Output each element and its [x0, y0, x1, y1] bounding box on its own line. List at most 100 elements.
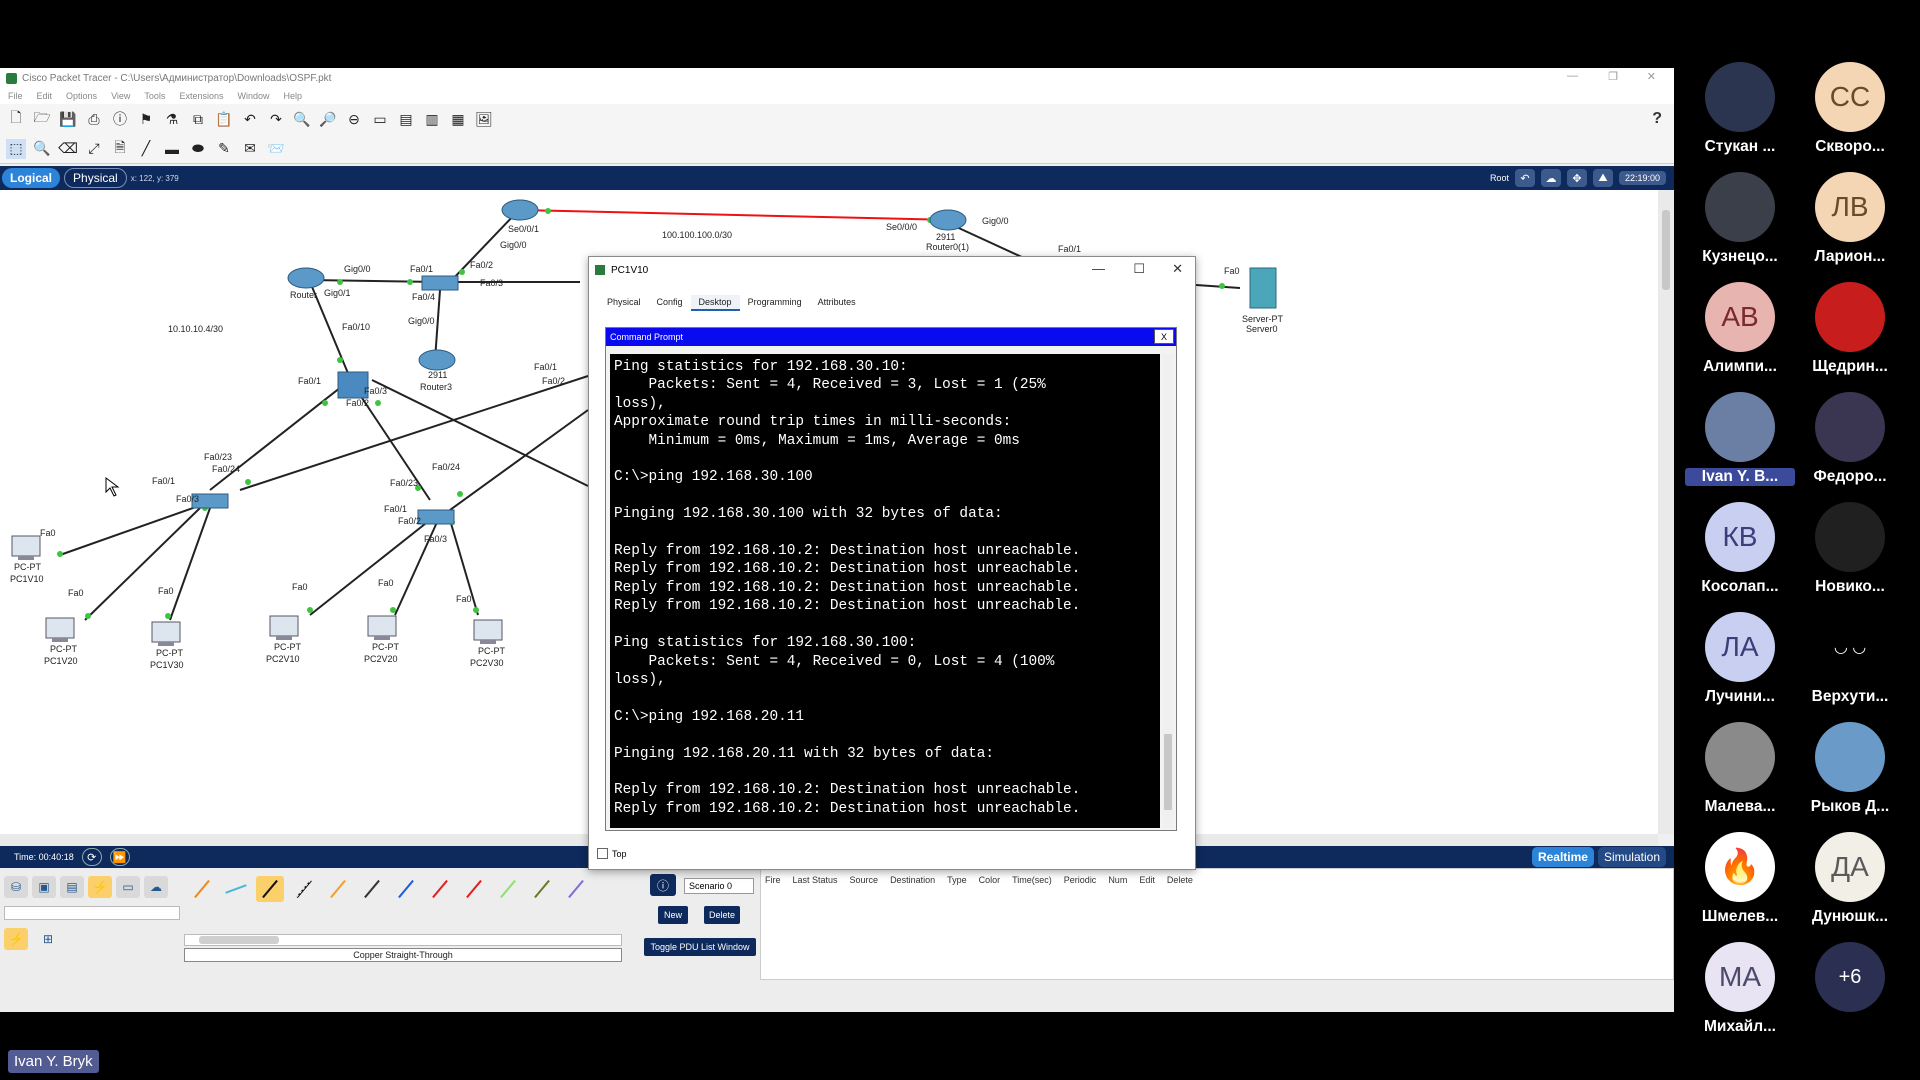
fast-forward-icon[interactable]: ⏩: [109, 848, 130, 866]
participant-tile[interactable]: Федоро...: [1795, 392, 1905, 502]
router-icon[interactable]: [929, 209, 967, 231]
menu-view[interactable]: View: [111, 91, 130, 101]
freeform-icon[interactable]: ✎: [214, 139, 234, 159]
serial-dce-icon[interactable]: [426, 876, 454, 902]
cluster-icon[interactable]: ▦: [448, 109, 468, 129]
cloud-icon[interactable]: ☁: [1540, 169, 1561, 187]
resize-shape-icon[interactable]: ⤢: [84, 139, 104, 159]
participant-tile[interactable]: Кузнецо...: [1685, 172, 1795, 282]
pc-icon[interactable]: [367, 615, 397, 640]
new-scenario-button[interactable]: New: [658, 906, 688, 924]
console-cable-icon[interactable]: [222, 876, 250, 902]
info-icon[interactable]: ⓘ: [650, 874, 676, 896]
add-complex-pdu-icon[interactable]: 📨: [266, 139, 286, 159]
tab-physical[interactable]: Physical: [64, 168, 127, 188]
minimize-icon[interactable]: —: [1092, 261, 1105, 276]
save-icon[interactable]: 💾: [58, 109, 78, 129]
new-file-icon[interactable]: 🗋: [6, 109, 26, 129]
tab-attributes[interactable]: Attributes: [810, 295, 864, 311]
switch-icon[interactable]: [421, 275, 459, 291]
copper-cross-icon[interactable]: [290, 876, 318, 902]
participant-tile[interactable]: 🔥 Шмелев...: [1685, 832, 1795, 942]
grid-icon[interactable]: ⊞: [36, 928, 60, 950]
multiuser-icon[interactable]: ☁: [144, 876, 168, 898]
landscape-icon[interactable]: ⛰: [1592, 169, 1613, 187]
custom-device-icon[interactable]: ▤: [396, 109, 416, 129]
menu-edit[interactable]: Edit: [37, 91, 53, 101]
menu-tools[interactable]: Tools: [144, 91, 165, 101]
router-icon[interactable]: [501, 199, 539, 221]
phone-icon[interactable]: [358, 876, 386, 902]
power-cycle-icon[interactable]: ⟳: [81, 848, 102, 866]
pc-icon[interactable]: [269, 615, 299, 640]
toggle-pdu-list-button[interactable]: Toggle PDU List Window: [644, 938, 756, 956]
zoom-out-icon[interactable]: ⊖: [344, 109, 364, 129]
coaxial-icon[interactable]: [392, 876, 420, 902]
info-icon[interactable]: ⓘ: [110, 109, 130, 129]
select-tool-icon[interactable]: ⬚: [6, 138, 26, 159]
participant-tile[interactable]: СС Скворо...: [1795, 62, 1905, 172]
activity-wizard-icon[interactable]: ⚗: [162, 109, 182, 129]
simulation-mode-button[interactable]: Simulation: [1597, 847, 1666, 867]
redo-icon[interactable]: ↷: [266, 109, 286, 129]
participant-tile[interactable]: ◡ ◡ Верхути...: [1795, 612, 1905, 722]
server-icon[interactable]: [1249, 267, 1277, 309]
auto-cable-icon[interactable]: [188, 876, 216, 902]
menu-help[interactable]: Help: [283, 91, 302, 101]
participant-tile[interactable]: Рыков Д...: [1795, 722, 1905, 832]
note-icon[interactable]: 🗎: [110, 139, 130, 159]
participant-tile[interactable]: МА Михайл...: [1685, 942, 1795, 1052]
zoom-reset-icon[interactable]: 🔎: [318, 109, 338, 129]
pc-icon[interactable]: [151, 621, 181, 646]
participant-tile[interactable]: АВ Алимпи...: [1685, 282, 1795, 392]
components-icon[interactable]: ▤: [60, 876, 84, 898]
print-icon[interactable]: ⎙: [84, 109, 104, 129]
fiber-icon[interactable]: [324, 876, 352, 902]
copy-icon[interactable]: ⧉: [188, 109, 208, 129]
router-icon[interactable]: [287, 267, 325, 289]
paste-icon[interactable]: 📋: [214, 109, 234, 129]
add-simple-pdu-icon[interactable]: ✉: [240, 139, 260, 159]
maximize-icon[interactable]: ☐: [1133, 261, 1145, 277]
terminal-output[interactable]: Ping statistics for 192.168.30.10: Packe…: [610, 354, 1160, 828]
iot-icon[interactable]: [528, 876, 556, 902]
delete-scenario-button[interactable]: Delete: [704, 906, 740, 924]
menu-window[interactable]: Window: [237, 91, 269, 101]
cable-scrollbar[interactable]: [184, 934, 622, 946]
delete-tool-icon[interactable]: ⌫: [58, 139, 78, 159]
inspect-icon[interactable]: 🔍: [32, 139, 52, 159]
usb-icon[interactable]: [562, 876, 590, 902]
terminal-scrollbar[interactable]: [1162, 354, 1174, 828]
participant-tile[interactable]: Ivan Y. B...: [1685, 392, 1795, 502]
draw-ellipse-icon[interactable]: ⬬: [188, 139, 208, 159]
realtime-mode-button[interactable]: Realtime: [1531, 847, 1594, 867]
participant-tile[interactable]: Щедрин...: [1795, 282, 1905, 392]
workspace-vertical-scrollbar[interactable]: [1658, 190, 1674, 834]
draw-rectangle-icon[interactable]: ▬: [162, 139, 182, 159]
restore-icon[interactable]: ❐: [1608, 70, 1618, 83]
menu-file[interactable]: File: [8, 91, 23, 101]
command-prompt-close-button[interactable]: X: [1154, 329, 1174, 344]
back-icon[interactable]: ↶: [1514, 169, 1535, 187]
scroll-thumb[interactable]: [1662, 210, 1670, 290]
tab-logical[interactable]: Logical: [2, 168, 61, 188]
scenario-select[interactable]: Scenario 0: [684, 878, 754, 894]
router-icon[interactable]: [418, 349, 456, 371]
miscellaneous-icon[interactable]: ▭: [116, 876, 140, 898]
pc-icon[interactable]: [11, 535, 41, 560]
end-devices-icon[interactable]: ▣: [32, 876, 56, 898]
close-icon[interactable]: ✕: [1647, 70, 1656, 83]
pc-icon[interactable]: [473, 619, 503, 644]
menu-options[interactable]: Options: [66, 91, 97, 101]
participant-tile[interactable]: ЛВ Ларион...: [1795, 172, 1905, 282]
pc-icon[interactable]: [45, 617, 75, 642]
participant-tile[interactable]: Стукан ...: [1685, 62, 1795, 172]
serial-dte-icon[interactable]: [460, 876, 488, 902]
more-participants-tile[interactable]: +6: [1795, 942, 1905, 1052]
image-icon[interactable]: 🖼: [474, 109, 494, 129]
viewport-icon[interactable]: ▥: [422, 109, 442, 129]
copper-straight-icon[interactable]: [256, 876, 284, 902]
help-icon[interactable]: ?: [1652, 110, 1662, 128]
tab-desktop[interactable]: Desktop: [690, 295, 740, 311]
tab-config[interactable]: Config: [649, 295, 691, 311]
